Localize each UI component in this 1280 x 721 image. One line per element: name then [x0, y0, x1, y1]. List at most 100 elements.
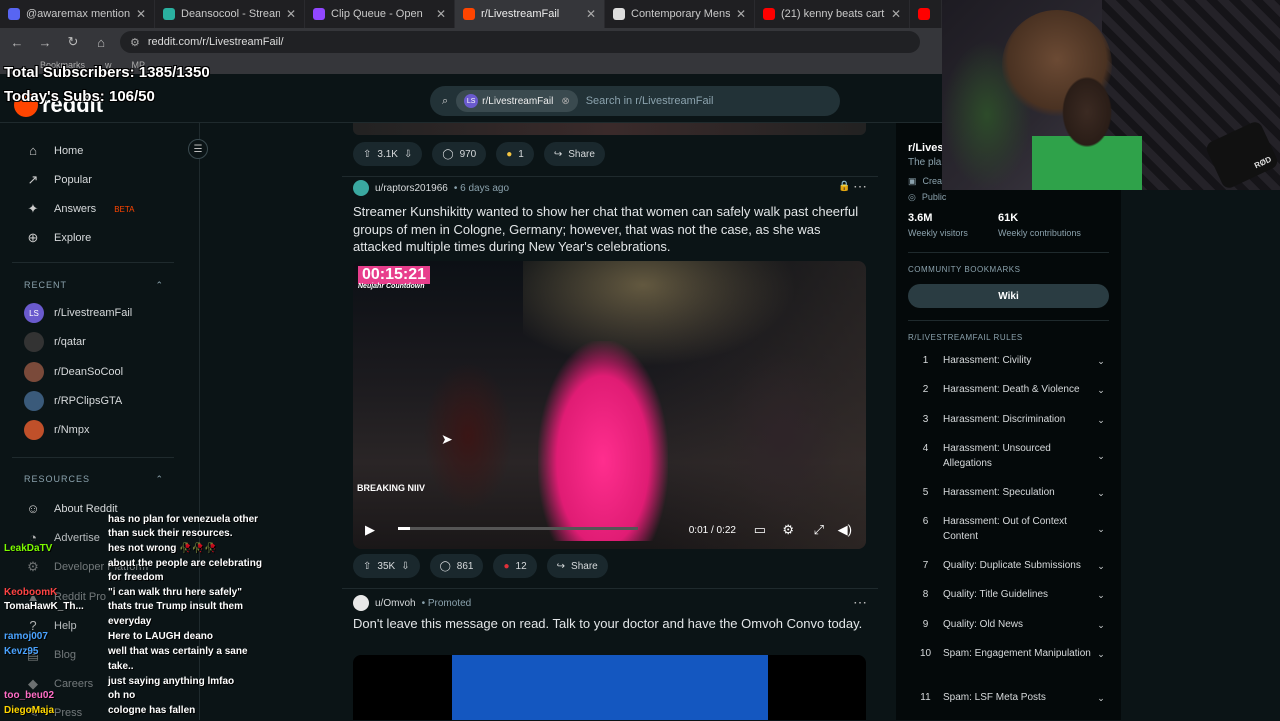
clear-scope-icon[interactable]: ⊗ — [561, 96, 569, 107]
video-progress-bar[interactable] — [398, 527, 638, 530]
chat-text: cologne has fallen — [108, 705, 196, 716]
tab-favicon — [918, 8, 930, 20]
recent-item-livestreamfail[interactable]: LS r/LivestreamFail — [24, 303, 132, 323]
recent-item-qatar[interactable]: r/qatar — [24, 332, 86, 352]
cake-icon: ▣ — [908, 176, 917, 186]
advertiser-avatar[interactable] — [353, 595, 369, 611]
rule-title: Harassment: Civility — [943, 355, 1032, 366]
resource-about-reddit[interactable]: ☺ About Reddit — [26, 501, 118, 516]
rule-item[interactable]: 7 Quality: Duplicate Submissions ⌄ — [908, 559, 1108, 574]
share-button[interactable]: ↪ Share — [543, 142, 605, 166]
close-tab-icon[interactable]: ✕ — [736, 7, 746, 21]
post-author[interactable]: u/raptors201966 — [375, 183, 448, 194]
user-avatar[interactable] — [353, 180, 369, 196]
rule-item[interactable]: 11 Spam: LSF Meta Posts ⌄ — [908, 691, 1108, 706]
collapse-menu-icon[interactable]: ☰ — [188, 139, 208, 159]
fullscreen-icon[interactable]: ⤢ — [814, 522, 824, 538]
close-tab-icon[interactable]: ✕ — [891, 7, 901, 21]
video-player[interactable]: 00:15:21 Neujahr Countdown BREAKING NIIV… — [353, 261, 866, 549]
comments-button[interactable]: ◯ 861 — [429, 554, 484, 578]
recent-section-header[interactable]: RECENT ⌃ — [24, 280, 164, 291]
share-button[interactable]: ↪ Share — [546, 554, 608, 578]
browser-tab[interactable]: @awaremax mentioned y ✕ — [0, 0, 155, 28]
rule-item[interactable]: 5 Harassment: Speculation ⌄ — [908, 486, 1108, 501]
rule-title: Quality: Old News — [943, 619, 1024, 630]
close-tab-icon[interactable]: ✕ — [286, 7, 296, 21]
resource-label: Help — [54, 619, 77, 632]
browser-tab[interactable]: r/LivestreamFail ✕ — [455, 0, 605, 28]
browser-tab[interactable]: (2 — [910, 0, 942, 28]
search-scope-chip[interactable]: LS r/LivestreamFail ⊗ — [456, 90, 578, 112]
resource-label: About Reddit — [54, 502, 118, 515]
post1-title[interactable]: Streamer Kunshikitty wanted to show her … — [353, 203, 865, 256]
nav-answers[interactable]: ✦ Answers BETA — [26, 201, 135, 217]
lock-icon: 🔒 — [838, 181, 851, 192]
weekly-contributions-value: 61K — [998, 212, 1019, 224]
upvote-icon[interactable]: ⇧ — [363, 149, 371, 160]
url-field[interactable]: ⚙ reddit.com/r/LivestreamFail/ — [120, 31, 920, 53]
chat-text: "i can walk thru here safely" — [108, 587, 242, 598]
streamer-webcam: RØD — [942, 0, 1280, 190]
downvote-icon[interactable]: ⇩ — [401, 561, 409, 572]
play-icon[interactable]: ▶ — [365, 522, 375, 538]
award-button[interactable]: ● 1 — [496, 142, 534, 166]
rule-item[interactable]: 9 Quality: Old News ⌄ — [908, 618, 1108, 633]
captions-icon[interactable]: ▭ — [754, 522, 766, 538]
browser-tab[interactable]: (21) kenny beats carti transiti ✕ — [755, 0, 910, 28]
post-time: • 6 days ago — [453, 182, 510, 194]
award-button[interactable]: ● 12 — [493, 554, 537, 578]
browser-tab[interactable]: Clip Queue - Open ✕ — [305, 0, 455, 28]
comment-count: 861 — [456, 560, 474, 572]
mouse-cursor-icon: ➤ — [441, 431, 453, 447]
forward-icon[interactable]: → — [36, 35, 54, 50]
back-icon[interactable]: ← — [8, 35, 26, 50]
home-icon[interactable]: ⌂ — [92, 35, 110, 50]
site-info-icon[interactable]: ⚙ — [130, 36, 140, 49]
post2-title[interactable]: Don't leave this message on read. Talk t… — [353, 615, 865, 633]
recent-item-rpclipsgta[interactable]: r/RPClipsGTA — [24, 391, 122, 411]
visibility-label: Public — [921, 192, 947, 202]
close-tab-icon[interactable]: ✕ — [136, 7, 146, 21]
resources-section-header[interactable]: RESOURCES ⌃ — [24, 474, 164, 485]
volume-icon[interactable]: ◀) — [838, 522, 852, 538]
rule-item[interactable]: 10 Spam: Engagement Manipulation ⌄ — [908, 647, 1108, 662]
stream-timer: 00:15:21 — [358, 266, 431, 284]
rule-number: 11 — [920, 692, 931, 703]
chat-username: LeakDaTV — [4, 543, 53, 554]
close-tab-icon[interactable]: ✕ — [436, 7, 446, 21]
downvote-icon[interactable]: ⇩ — [404, 149, 412, 160]
nav-popular[interactable]: ↗ Popular — [26, 172, 92, 188]
nav-explore[interactable]: ⊕ Explore — [26, 230, 92, 246]
comments-button[interactable]: ◯ 970 — [432, 142, 487, 166]
recent-item-deansocool[interactable]: r/DeanSoCool — [24, 362, 123, 382]
section-title: RECENT — [24, 280, 68, 290]
rule-item[interactable]: 2 Harassment: Death & Violence ⌄ — [908, 383, 1108, 398]
tab-label: Contemporary Menswear, Str — [631, 8, 730, 20]
rule-number: 8 — [922, 589, 929, 600]
search-bar[interactable]: ⌕ LS r/LivestreamFail ⊗ Search in r/Live… — [430, 86, 840, 116]
reload-icon[interactable]: ↻ — [64, 34, 82, 50]
settings-icon[interactable]: ⚙ — [782, 522, 794, 538]
more-options-icon[interactable]: ⋯ — [853, 594, 867, 611]
browser-tab[interactable]: Contemporary Menswear, Str ✕ — [605, 0, 755, 28]
tab-favicon — [463, 8, 475, 20]
community-tagline: The pla — [908, 157, 942, 168]
tab-label: @awaremax mentioned y — [26, 8, 130, 20]
url-text: reddit.com/r/LivestreamFail/ — [147, 36, 284, 48]
wiki-button[interactable]: Wiki — [908, 284, 1109, 308]
browser-tab[interactable]: Deansocool - Streamer Over ✕ — [155, 0, 305, 28]
rule-item[interactable]: 8 Quality: Title Guidelines ⌄ — [908, 588, 1108, 603]
rule-item[interactable]: 3 Harassment: Discrimination ⌄ — [908, 413, 1108, 428]
rule-item[interactable]: 1 Harassment: Civility ⌄ — [908, 354, 1108, 369]
close-tab-icon[interactable]: ✕ — [586, 7, 596, 21]
post-author[interactable]: u/Omvoh — [375, 598, 416, 609]
nav-home[interactable]: ⌂ Home — [26, 143, 83, 158]
rule-number: 6 — [922, 516, 929, 527]
rule-item[interactable]: 4 Harassment: Unsourced Allegations ⌄ — [908, 442, 1108, 471]
upvote-icon[interactable]: ⇧ — [363, 561, 371, 572]
search-input[interactable]: Search in r/LivestreamFail — [586, 95, 714, 107]
sidebar-divider — [12, 262, 174, 263]
more-options-icon[interactable]: ⋯ — [853, 178, 867, 195]
rule-item[interactable]: 6 Harassment: Out of Context Content ⌄ — [908, 515, 1108, 544]
recent-item-nmpx[interactable]: r/Nmpx — [24, 420, 89, 440]
